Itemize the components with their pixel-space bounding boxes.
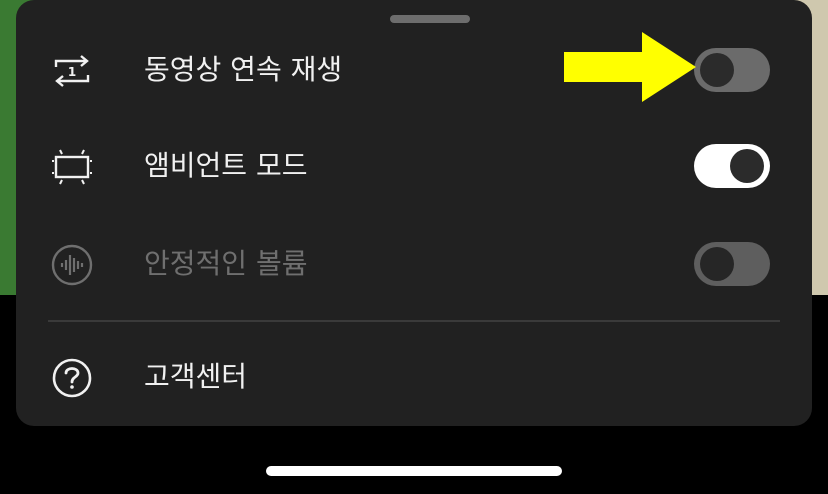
autoplay-toggle[interactable] <box>694 48 770 92</box>
ambient-mode-toggle[interactable] <box>694 144 770 188</box>
waveform-icon <box>50 244 94 286</box>
ambient-mode-label: 앰비언트 모드 <box>144 149 308 182</box>
annotation-arrow-icon <box>564 32 696 102</box>
ambient-mode-row[interactable]: 앰비언트 모드 <box>16 131 812 201</box>
toggle-knob <box>700 53 734 87</box>
ambient-mode-icon <box>50 147 94 187</box>
stable-volume-label: 안정적인 볼륨 <box>144 247 308 280</box>
repeat-one-icon: 1 <box>50 51 94 91</box>
settings-bottom-sheet: 1 동영상 연속 재생 앰비언트 모드 안정적인 볼륨 고객센터 <box>16 0 812 426</box>
help-circle-icon <box>50 358 94 398</box>
help-center-label: 고객센터 <box>144 360 248 393</box>
divider <box>48 320 780 322</box>
stable-volume-toggle[interactable] <box>694 242 770 286</box>
help-center-row[interactable]: 고객센터 <box>16 342 812 412</box>
autoplay-label: 동영상 연속 재생 <box>144 53 343 86</box>
drag-handle[interactable] <box>390 15 470 23</box>
toggle-knob <box>700 247 734 281</box>
home-indicator[interactable] <box>266 466 562 476</box>
toggle-knob <box>730 149 764 183</box>
stable-volume-row[interactable]: 안정적인 볼륨 <box>16 229 812 299</box>
svg-text:1: 1 <box>68 65 76 79</box>
